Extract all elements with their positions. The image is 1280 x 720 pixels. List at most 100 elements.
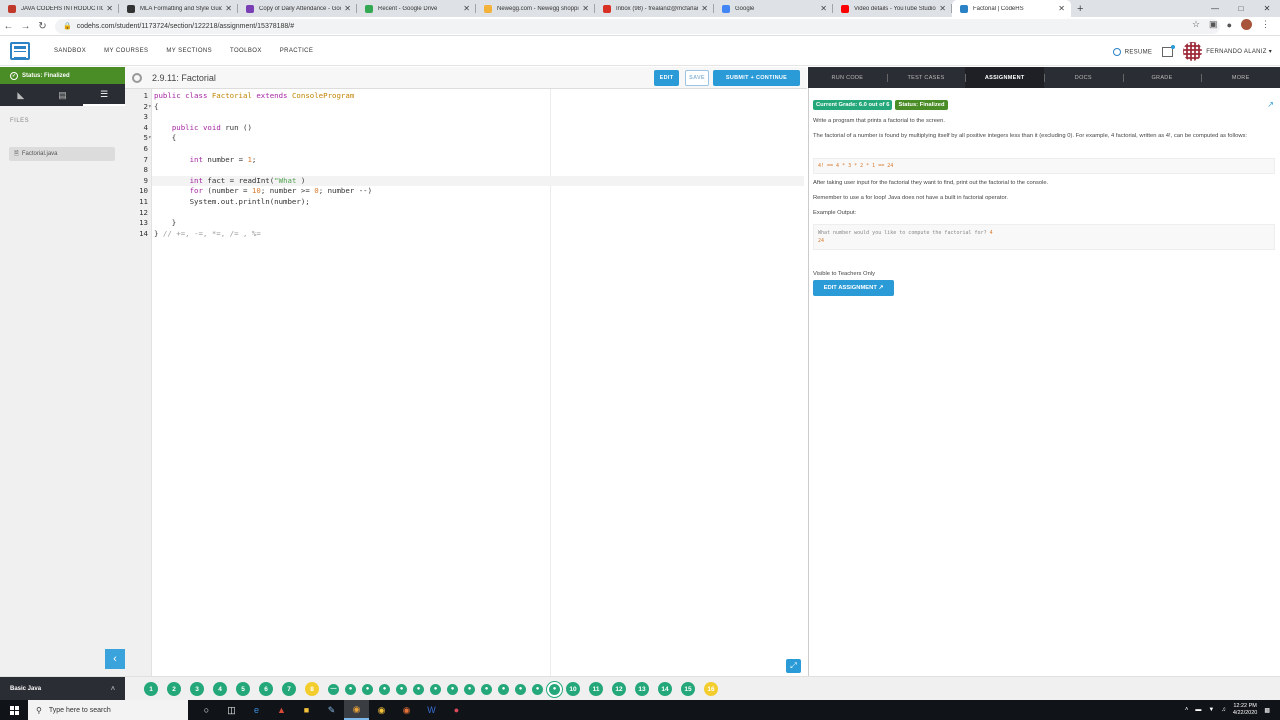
app-icon-2[interactable]: ● xyxy=(444,700,469,720)
browser-tab[interactable]: Google ✕ xyxy=(714,0,833,17)
lesson-dot[interactable]: 12 xyxy=(612,682,626,696)
nav-link-sandbox[interactable]: SANDBOX xyxy=(45,48,95,54)
taskbar-search[interactable]: ⚲ Type here to search xyxy=(28,700,188,720)
firefox-icon[interactable]: ◉ xyxy=(394,700,419,720)
tab-files[interactable]: ☰ xyxy=(83,84,126,106)
url-field[interactable]: 🔒 codehs.com/student/1173724/section/122… xyxy=(55,18,1220,34)
lesson-dot[interactable]: 7 xyxy=(282,682,296,696)
nav-link-my-courses[interactable]: MY COURSES xyxy=(95,48,157,54)
lesson-dot[interactable]: 15 xyxy=(681,682,695,696)
lesson-dot[interactable]: 4 xyxy=(213,682,227,696)
lesson-activity-dot[interactable]: — xyxy=(328,683,339,695)
close-tab-icon[interactable]: ✕ xyxy=(1058,4,1065,13)
lesson-activity-dot[interactable]: ● xyxy=(532,683,543,695)
browser-tab[interactable]: Inbox (98) - frealaniz@mcfarland ✕ xyxy=(595,0,714,17)
close-tab-icon[interactable]: ✕ xyxy=(463,4,470,13)
tab-docs[interactable]: DOCS xyxy=(1044,67,1123,88)
forward-icon[interactable]: → xyxy=(17,21,34,32)
lesson-activity-dot[interactable]: ● xyxy=(447,683,458,695)
start-button[interactable] xyxy=(0,705,28,715)
lesson-dot[interactable]: 8 xyxy=(305,682,319,696)
close-window-icon[interactable]: ✕ xyxy=(1254,0,1280,17)
task-view-icon[interactable]: ◫ xyxy=(219,700,244,720)
lesson-activity-dot[interactable]: ● xyxy=(396,683,407,695)
browser-tab[interactable]: JAVA CODEHS INTRODUCTION ✕ xyxy=(0,0,119,17)
edit-assignment-button[interactable]: EDIT ASSIGNMENT ↗ xyxy=(813,280,894,296)
volume-icon[interactable]: ♫ xyxy=(1221,707,1226,713)
lesson-dot[interactable]: 1 xyxy=(144,682,158,696)
clock[interactable]: 12:22 PM 4/22/2020 xyxy=(1233,703,1257,717)
tray-chevron-icon[interactable]: ˄ xyxy=(1185,707,1189,713)
course-name[interactable]: Basic Java ˄ xyxy=(0,677,125,701)
wifi-icon[interactable]: ▼ xyxy=(1208,707,1214,713)
nav-link-practice[interactable]: PRACTICE xyxy=(271,48,323,54)
edge-icon[interactable]: e xyxy=(244,700,269,720)
lesson-activity-dot[interactable]: ● xyxy=(413,683,424,695)
app-icon[interactable]: ▲ xyxy=(269,700,294,720)
lesson-activity-dot[interactable]: ● xyxy=(430,683,441,695)
lesson-dot[interactable]: 6 xyxy=(259,682,273,696)
lesson-dot[interactable]: 11 xyxy=(589,682,603,696)
minimize-icon[interactable]: — xyxy=(1202,0,1228,17)
lesson-dot[interactable]: 3 xyxy=(190,682,204,696)
user-menu[interactable]: FERNANDO ALANIZ ▾ xyxy=(1183,42,1272,61)
external-link-icon[interactable]: ↗ xyxy=(1267,100,1274,109)
browser-tab[interactable]: Factorial | CodeHS ✕ xyxy=(952,0,1071,17)
close-tab-icon[interactable]: ✕ xyxy=(701,4,708,13)
calendar-icon[interactable] xyxy=(1162,44,1176,57)
close-tab-icon[interactable]: ✕ xyxy=(106,4,113,13)
lesson-activity-dot[interactable]: ● xyxy=(481,683,492,695)
lesson-dot[interactable]: 10 xyxy=(566,682,580,696)
tab-test-cases[interactable]: TEST CASES xyxy=(886,67,966,88)
close-tab-icon[interactable]: ✕ xyxy=(939,4,946,13)
tab-map[interactable]: ◣ xyxy=(0,84,42,106)
save-button[interactable]: SAVE xyxy=(685,70,709,86)
reload-icon[interactable]: ↻ xyxy=(34,21,51,32)
menu-icon[interactable]: ⋮ xyxy=(1261,19,1270,30)
code-editor[interactable]: public class Factorial extends ConsolePr… xyxy=(139,89,807,676)
lesson-activity-dot[interactable]: ● xyxy=(379,683,390,695)
browser-tab[interactable]: MLA Formatting and Style Guide ✕ xyxy=(119,0,238,17)
lesson-activity-dot[interactable]: ● xyxy=(362,683,373,695)
tab-more[interactable]: MORE xyxy=(1201,67,1280,88)
chrome-canary-icon[interactable]: ◉ xyxy=(369,700,394,720)
network-icon[interactable]: ▬ xyxy=(1195,707,1201,713)
expand-editor-button[interactable]: ⤢ xyxy=(786,659,801,673)
tab-grade[interactable]: GRADE xyxy=(1122,67,1202,88)
notes-icon[interactable]: ✎ xyxy=(319,700,344,720)
close-tab-icon[interactable]: ✕ xyxy=(225,4,232,13)
close-tab-icon[interactable]: ✕ xyxy=(582,4,589,13)
lesson-activity-dot[interactable]: ● xyxy=(464,683,475,695)
nav-link-toolbox[interactable]: TOOLBOX xyxy=(221,48,271,54)
lesson-dot[interactable]: 16 xyxy=(704,682,718,696)
browser-tab[interactable]: Copy of Daily Attendance - Goo ✕ xyxy=(238,0,357,17)
word-icon[interactable]: W xyxy=(419,700,444,720)
lesson-activity-dot[interactable]: ● xyxy=(498,683,509,695)
fold-arrow-icon[interactable]: ▾ xyxy=(148,102,152,113)
extension-icon-2[interactable]: ● xyxy=(1227,20,1232,30)
file-item[interactable]: 🗎 Factorial.java xyxy=(9,147,115,161)
resume-button[interactable]: RESUME xyxy=(1112,47,1152,56)
profile-avatar[interactable] xyxy=(1241,19,1252,30)
new-tab-icon[interactable]: + xyxy=(1071,0,1089,17)
star-icon[interactable]: ☆ xyxy=(1192,19,1200,30)
lesson-activity-dot[interactable]: ● xyxy=(345,683,356,695)
file-explorer-icon[interactable]: ■ xyxy=(294,700,319,720)
close-tab-icon[interactable]: ✕ xyxy=(820,4,827,13)
notification-icon[interactable]: ▩ xyxy=(1264,707,1270,714)
cortana-icon[interactable]: ○ xyxy=(194,700,219,720)
lesson-activity-dot[interactable]: ● xyxy=(549,683,560,695)
collapse-sidebar-button[interactable]: ‹ xyxy=(105,649,125,669)
settings-icon[interactable] xyxy=(132,72,142,83)
browser-tab[interactable]: Recent - Google Drive ✕ xyxy=(357,0,476,17)
tab-run-code[interactable]: RUN CODE xyxy=(808,67,887,88)
maximize-icon[interactable]: □ xyxy=(1228,0,1254,17)
submit-continue-button[interactable]: SUBMIT + CONTINUE xyxy=(713,70,800,86)
nav-link-my-sections[interactable]: MY SECTIONS xyxy=(157,48,221,54)
edit-button[interactable]: EDIT xyxy=(654,70,679,86)
browser-tab[interactable]: Video details - YouTube Studio ✕ xyxy=(833,0,952,17)
extension-icon[interactable]: ▣ xyxy=(1209,19,1218,30)
codehs-logo[interactable] xyxy=(10,41,30,60)
tab-assignment[interactable]: ASSIGNMENT xyxy=(965,67,1045,88)
browser-tab[interactable]: Newegg.com - Newegg shopping ✕ xyxy=(476,0,595,17)
